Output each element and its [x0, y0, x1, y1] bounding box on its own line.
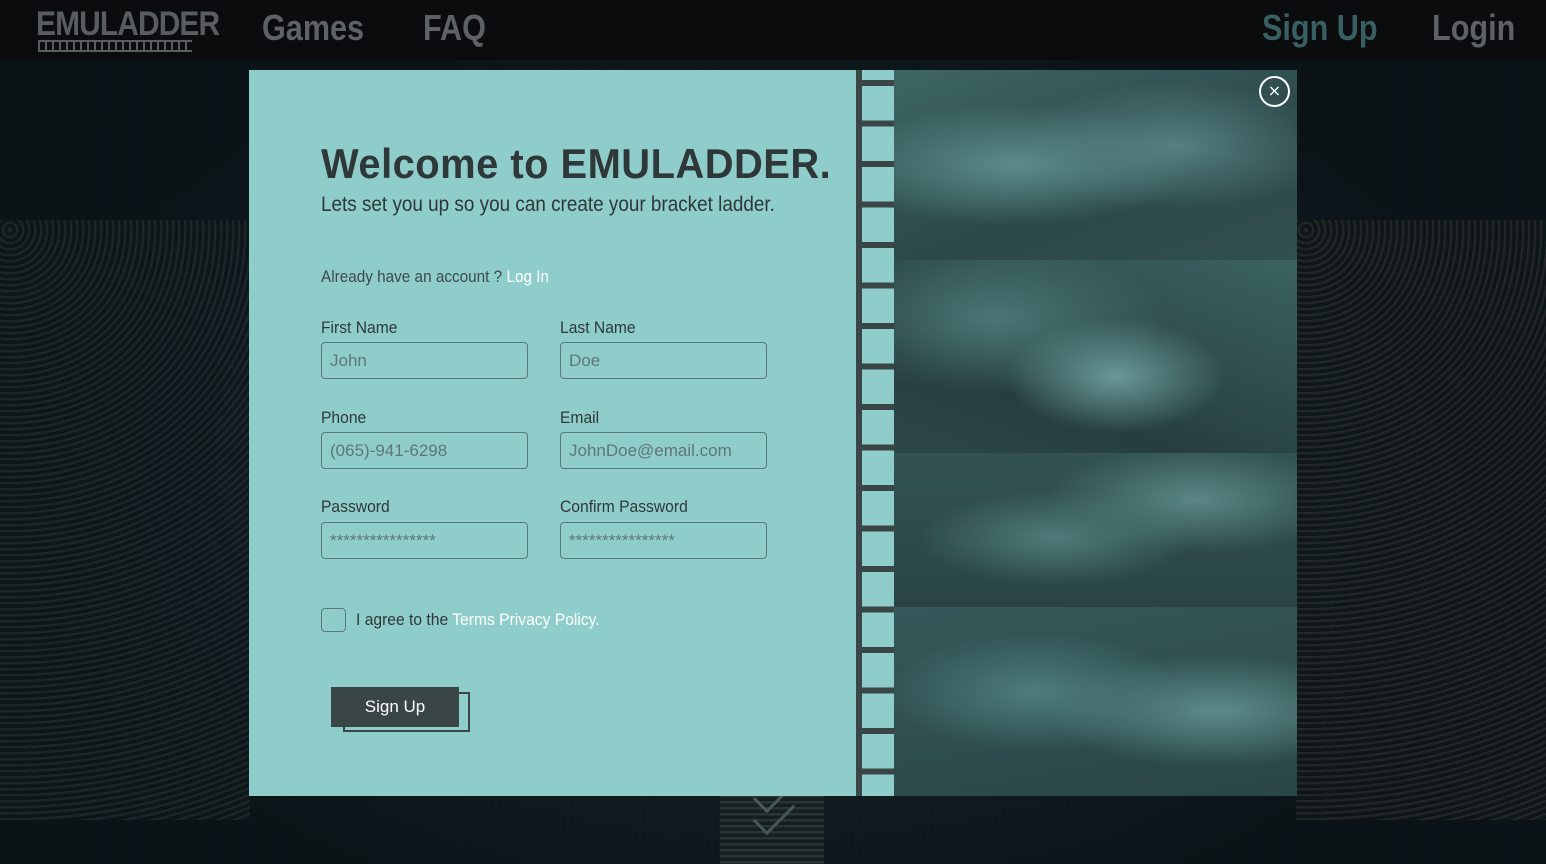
- crowd-left: [0, 220, 250, 820]
- game-art-image: [894, 453, 1297, 607]
- email-input[interactable]: [560, 432, 767, 469]
- account-prompt-text: Already have an account ?: [321, 267, 503, 286]
- first-name-input[interactable]: [321, 342, 528, 379]
- signup-submit-button[interactable]: Sign Up: [331, 687, 459, 727]
- modal-subtitle: Lets set you up so you can create your b…: [321, 193, 775, 216]
- nav-games-link[interactable]: Games: [262, 6, 364, 50]
- terms-privacy-link[interactable]: Terms Privacy Policy.: [452, 610, 599, 629]
- top-nav: EMULADDER Games FAQ Sign Up Login: [0, 0, 1546, 60]
- logo[interactable]: EMULADDER: [36, 5, 220, 54]
- signup-modal: Welcome to EMULADDER. Lets set you up so…: [249, 70, 1297, 796]
- game-art-image: [894, 260, 1297, 453]
- password-label: Password: [321, 497, 390, 516]
- confirm-password-label: Confirm Password: [560, 497, 688, 516]
- logo-rail-icon: [38, 40, 192, 52]
- agree-checkbox[interactable]: [321, 608, 346, 632]
- phone-label: Phone: [321, 408, 367, 427]
- nav-login-link[interactable]: Login: [1432, 6, 1515, 50]
- game-art-panel: [894, 70, 1297, 796]
- nav-faq-link[interactable]: FAQ: [423, 6, 486, 50]
- last-name-input[interactable]: [560, 342, 767, 379]
- logo-text: EMULADDER: [36, 5, 220, 43]
- game-art-image: [894, 607, 1297, 796]
- game-art-image: [894, 70, 1297, 260]
- agree-text: I agree to the Terms Privacy Policy.: [356, 610, 600, 630]
- close-icon[interactable]: ×: [1259, 76, 1290, 107]
- nav-signup-link[interactable]: Sign Up: [1262, 6, 1378, 50]
- modal-title: Welcome to EMULADDER.: [321, 140, 832, 187]
- confirm-password-input[interactable]: [560, 522, 767, 559]
- signup-form: Welcome to EMULADDER. Lets set you up so…: [249, 70, 861, 796]
- account-prompt: Already have an account ? Log In: [321, 267, 549, 287]
- email-label: Email: [560, 408, 600, 427]
- first-name-label: First Name: [321, 318, 398, 337]
- agree-prefix: I agree to the: [356, 610, 449, 629]
- password-input[interactable]: [321, 522, 528, 559]
- last-name-label: Last Name: [560, 318, 636, 337]
- login-link[interactable]: Log In: [506, 267, 549, 286]
- crowd-right: [1296, 220, 1546, 820]
- phone-input[interactable]: [321, 432, 528, 469]
